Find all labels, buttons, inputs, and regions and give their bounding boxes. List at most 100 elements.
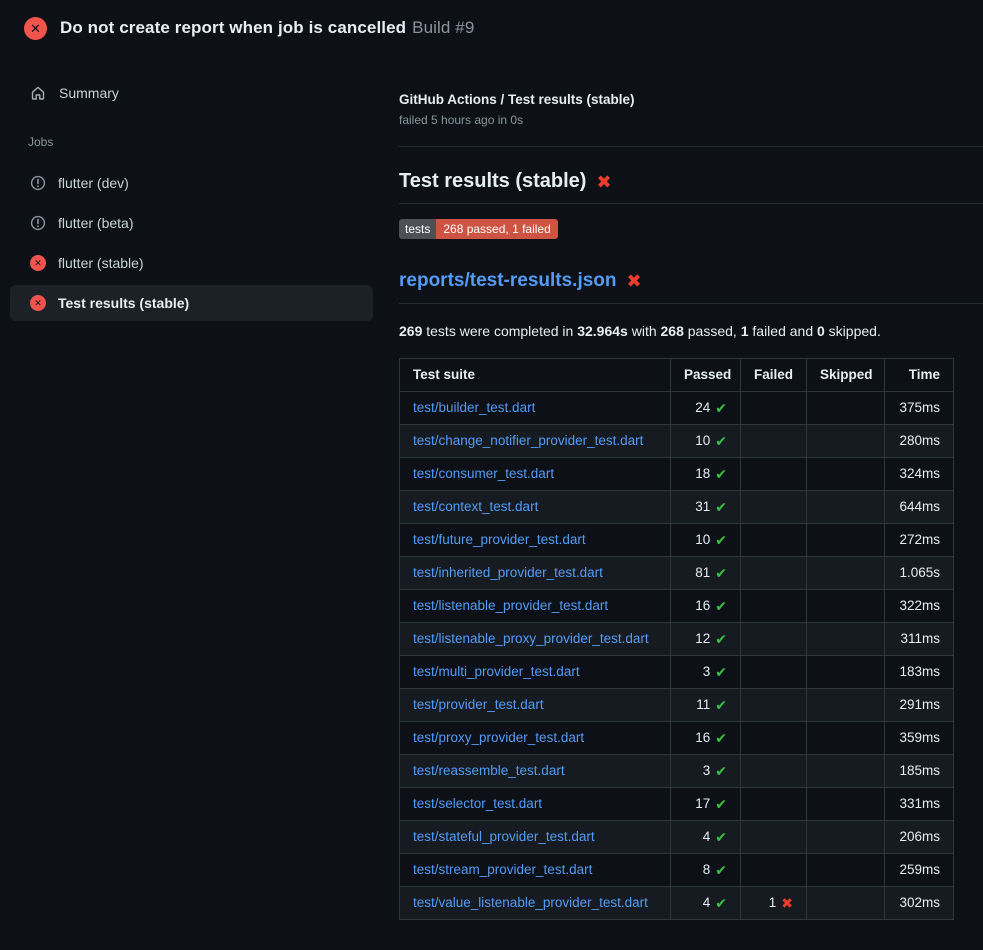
test-suite-link[interactable]: test/selector_test.dart <box>413 796 542 811</box>
test-suite-link[interactable]: test/reassemble_test.dart <box>413 763 565 778</box>
sidebar-item-flutter-beta[interactable]: flutter (beta) <box>10 205 373 241</box>
passed-cell: 10✔ <box>671 425 741 458</box>
check-icon: ✔ <box>715 599 727 613</box>
table-row: test/consumer_test.dart18✔324ms <box>400 458 954 491</box>
passed-cell: 12✔ <box>671 623 741 656</box>
passed-cell-value: 12 <box>695 629 710 649</box>
test-suite-cell: test/change_notifier_provider_test.dart <box>400 425 671 458</box>
sidebar-item-flutter-stable[interactable]: ✕flutter (stable) <box>10 245 373 281</box>
alert-circle-icon <box>30 215 46 231</box>
failed-cell <box>741 788 807 821</box>
time-cell: 359ms <box>885 722 954 755</box>
skipped-cell <box>807 491 885 524</box>
passed-cell-value: 31 <box>695 497 710 517</box>
test-suite-link[interactable]: test/multi_provider_test.dart <box>413 664 580 679</box>
passed-cell-value: 10 <box>695 431 710 451</box>
skipped-cell <box>807 887 885 920</box>
passed-cell: 3✔ <box>671 656 741 689</box>
test-suite-link[interactable]: test/change_notifier_provider_test.dart <box>413 433 643 448</box>
failed-cell <box>741 656 807 689</box>
skipped-cell <box>807 722 885 755</box>
check-icon: ✔ <box>715 698 727 712</box>
time-cell: 322ms <box>885 590 954 623</box>
passed-count: 268 <box>661 323 684 339</box>
test-suite-cell: test/proxy_provider_test.dart <box>400 722 671 755</box>
test-suite-cell: test/listenable_provider_test.dart <box>400 590 671 623</box>
test-suite-cell: test/builder_test.dart <box>400 392 671 425</box>
table-row: test/listenable_proxy_provider_test.dart… <box>400 623 954 656</box>
test-suite-link[interactable]: test/context_test.dart <box>413 499 538 514</box>
failed-cell-value: 1 <box>769 893 777 913</box>
passed-cell: 31✔ <box>671 491 741 524</box>
time-cell: 375ms <box>885 392 954 425</box>
check-icon: ✔ <box>715 566 727 580</box>
time-cell: 311ms <box>885 623 954 656</box>
table-row: test/context_test.dart31✔644ms <box>400 491 954 524</box>
badge-label: tests <box>399 219 436 239</box>
table-row: test/stateful_provider_test.dart4✔206ms <box>400 821 954 854</box>
failed-cell <box>741 590 807 623</box>
time-cell: 259ms <box>885 854 954 887</box>
col-header-passed: Passed <box>671 359 741 392</box>
time-cell: 291ms <box>885 689 954 722</box>
job-label: flutter (dev) <box>58 175 129 191</box>
table-row: test/value_listenable_provider_test.dart… <box>400 887 954 920</box>
table-row: test/stream_provider_test.dart 8✔ 259ms <box>400 854 954 887</box>
failed-cell: 1✖ <box>741 887 807 920</box>
time-cell: 324ms <box>885 458 954 491</box>
skipped-cell <box>807 821 885 854</box>
test-suite-link[interactable]: test/listenable_provider_test.dart <box>413 598 608 613</box>
failed-cell <box>741 524 807 557</box>
table-row: test/multi_provider_test.dart3✔183ms <box>400 656 954 689</box>
check-icon: ✔ <box>715 731 727 745</box>
passed-cell-value: 10 <box>695 530 710 550</box>
sidebar-item-summary[interactable]: Summary <box>0 81 383 105</box>
passed-cell: 8✔ <box>671 854 741 887</box>
failed-cell <box>741 491 807 524</box>
sidebar-item-flutter-dev[interactable]: flutter (dev) <box>10 165 373 201</box>
test-suite-link[interactable]: test/builder_test.dart <box>413 400 535 415</box>
table-row: test/proxy_provider_test.dart 16 ✔ 359ms <box>400 722 954 755</box>
build-failed-icon: ✕ <box>24 17 47 40</box>
total-count: 269 <box>399 323 422 339</box>
passed-cell-value: 17 <box>695 794 710 814</box>
test-suite-cell: test/stream_provider_test.dart <box>400 854 671 887</box>
skipped-cell <box>807 392 885 425</box>
test-suite-link[interactable]: test/inherited_provider_test.dart <box>413 565 603 580</box>
test-suite-link[interactable]: test/proxy_provider_test.dart <box>413 730 584 745</box>
skipped-cell <box>807 854 885 887</box>
skipped-count: 0 <box>817 323 825 339</box>
failed-cell <box>741 755 807 788</box>
alert-circle-icon <box>30 175 46 191</box>
time-cell: 302ms <box>885 887 954 920</box>
report-file-link[interactable]: reports/test-results.json <box>399 270 617 292</box>
badge-value: 268 passed, 1 failed <box>436 219 557 239</box>
test-suite-link[interactable]: test/provider_test.dart <box>413 697 544 712</box>
time-cell: 206ms <box>885 821 954 854</box>
failed-cell <box>741 557 807 590</box>
sidebar-item-test-results-stable[interactable]: ✕Test results (stable) <box>10 285 373 321</box>
test-suite-cell: test/inherited_provider_test.dart <box>400 557 671 590</box>
time-cell: 185ms <box>885 755 954 788</box>
test-suite-link[interactable]: test/listenable_proxy_provider_test.dart <box>413 631 649 646</box>
test-suite-cell: test/value_listenable_provider_test.dart <box>400 887 671 920</box>
test-suite-link[interactable]: test/stream_provider_test.dart <box>413 862 592 877</box>
skipped-cell <box>807 689 885 722</box>
test-suite-link[interactable]: test/future_provider_test.dart <box>413 532 586 547</box>
check-icon: ✔ <box>715 797 727 811</box>
failed-cell <box>741 392 807 425</box>
table-row: test/inherited_provider_test.dart81✔1.06… <box>400 557 954 590</box>
failed-cell <box>741 821 807 854</box>
passed-cell-value: 3 <box>703 761 711 781</box>
test-suite-link[interactable]: test/consumer_test.dart <box>413 466 554 481</box>
table-header-row: Test suite Passed Failed Skipped Time <box>400 359 954 392</box>
build-title-text: Do not create report when job is cancell… <box>60 18 406 37</box>
test-suite-cell: test/listenable_proxy_provider_test.dart <box>400 623 671 656</box>
check-icon: ✔ <box>715 401 727 415</box>
test-suite-link[interactable]: test/stateful_provider_test.dart <box>413 829 595 844</box>
passed-cell-value: 16 <box>695 596 710 616</box>
passed-cell-value: 4 <box>703 827 711 847</box>
passed-cell-value: 16 <box>695 728 710 748</box>
test-suite-link[interactable]: test/value_listenable_provider_test.dart <box>413 895 648 910</box>
failed-cell <box>741 425 807 458</box>
